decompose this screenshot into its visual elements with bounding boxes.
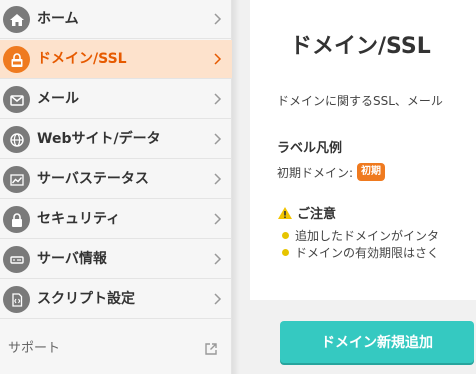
sidebar: ホーム ドメイン/SSL メール Webサイト/データ サーバステータス セキュ… <box>0 0 232 374</box>
sidebar-item-label: スクリプト設定 <box>37 291 135 307</box>
sidebar-item-server-status[interactable]: サーバステータス <box>0 160 232 199</box>
sidebar-item-label: サーバ情報 <box>37 251 107 267</box>
list-item: 追加したドメインがインタ <box>277 227 476 244</box>
sidebar-item-label: ドメイン/SSL <box>37 51 127 67</box>
caution-text: 追加したドメインがインタ <box>295 229 440 243</box>
chevron-right-icon <box>214 53 222 65</box>
sidebar-item-label: Webサイト/データ <box>37 131 161 147</box>
sidebar-item-support[interactable]: サポート <box>0 332 232 366</box>
sidebar-item-label: ホーム <box>37 11 79 27</box>
sidebar-item-website-data[interactable]: Webサイト/データ <box>0 120 232 159</box>
initial-domain-badge: 初期 <box>357 163 386 181</box>
sidebar-item-home[interactable]: ホーム <box>0 0 232 39</box>
app-root: ホーム ドメイン/SSL メール Webサイト/データ サーバステータス セキュ… <box>0 0 476 374</box>
bullet-dot <box>282 249 289 256</box>
home-icon <box>3 6 30 33</box>
warning-icon <box>278 206 292 219</box>
sidebar-item-label: セキュリティ <box>37 211 121 227</box>
caution-title-label: ご注意 <box>297 207 337 222</box>
add-domain-button[interactable]: ドメイン新規追加 <box>280 321 474 363</box>
external-link-icon <box>205 343 217 355</box>
chevron-right-icon <box>214 133 222 145</box>
sidebar-item-security[interactable]: セキュリティ <box>0 200 232 239</box>
caution-list: 追加したドメインがインタ ドメインの有効期限はさく <box>277 227 476 261</box>
legend-item-label: 初期ドメイン: <box>277 165 354 180</box>
legend-row: 初期ドメイン: 初期 <box>277 163 386 181</box>
globe-icon <box>3 126 30 153</box>
support-label: サポート <box>8 341 61 356</box>
bullet-dot <box>282 232 289 239</box>
caution-text: ドメインの有効期限はさく <box>295 246 440 260</box>
sidebar-item-script-settings[interactable]: スクリプト設定 <box>0 280 232 319</box>
sidebar-item-mail[interactable]: メール <box>0 80 232 119</box>
chevron-right-icon <box>214 213 222 225</box>
chart-icon <box>3 166 30 193</box>
page-title: ドメイン/SSL <box>290 34 431 59</box>
caution-title: ご注意 <box>277 203 336 222</box>
chevron-right-icon <box>214 13 222 25</box>
ssl-lock-icon <box>3 46 30 73</box>
script-icon <box>3 286 30 313</box>
sidebar-item-label: サーバステータス <box>37 171 149 187</box>
sidebar-item-label: メール <box>37 91 79 107</box>
chevron-right-icon <box>214 173 222 185</box>
chevron-right-icon <box>214 253 222 265</box>
legend-title: ラベル凡例 <box>277 141 343 156</box>
chevron-right-icon <box>214 293 222 305</box>
server-icon <box>3 246 30 273</box>
mail-icon <box>3 86 30 113</box>
page-description: ドメインに関するSSL、メール <box>277 94 443 108</box>
list-item: ドメインの有効期限はさく <box>277 244 476 261</box>
lock-icon <box>3 206 30 233</box>
chevron-right-icon <box>214 93 222 105</box>
sidebar-item-server-info[interactable]: サーバ情報 <box>0 240 232 279</box>
sidebar-item-domain-ssl[interactable]: ドメイン/SSL <box>0 40 232 79</box>
